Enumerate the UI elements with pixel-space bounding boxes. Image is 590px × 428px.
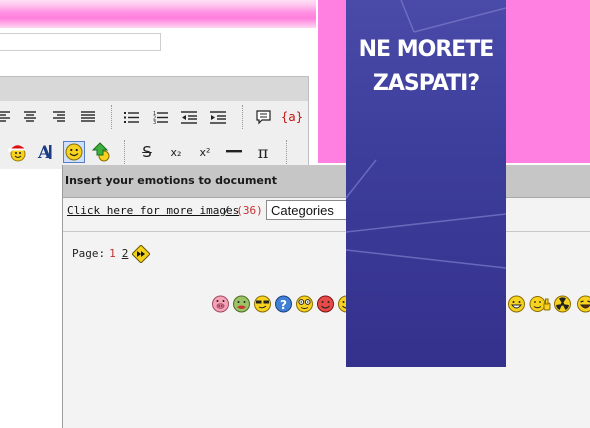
toolbar-header bbox=[0, 76, 308, 101]
category-select[interactable]: Categories bbox=[266, 200, 356, 220]
fast-forward-icon[interactable] bbox=[131, 244, 151, 264]
comment-icon[interactable] bbox=[252, 106, 274, 128]
sick-icon[interactable] bbox=[232, 294, 251, 313]
pig-icon[interactable] bbox=[211, 294, 230, 313]
nerd-icon[interactable] bbox=[295, 294, 314, 313]
count-value: (36) bbox=[236, 204, 263, 217]
variable-icon[interactable]: {a} bbox=[281, 106, 304, 128]
subscript-icon[interactable]: x₂ bbox=[165, 141, 187, 163]
cool-icon[interactable] bbox=[253, 294, 272, 313]
title-input[interactable] bbox=[0, 33, 161, 51]
thumbs-up-icon[interactable] bbox=[529, 294, 551, 313]
page-2-link[interactable]: 2 bbox=[122, 247, 129, 260]
grin-icon[interactable] bbox=[507, 294, 526, 313]
toolbar-separator bbox=[286, 140, 288, 164]
horizontal-rule-icon[interactable] bbox=[223, 141, 245, 163]
upload-icon[interactable] bbox=[91, 141, 113, 163]
pager: Page: 1 2 bbox=[72, 247, 128, 260]
align-center-icon[interactable] bbox=[19, 106, 41, 128]
toolbar-separator bbox=[242, 105, 244, 129]
svg-text:3: 3 bbox=[153, 120, 156, 124]
laugh-icon[interactable] bbox=[576, 294, 590, 313]
page-label: Page: bbox=[72, 247, 106, 260]
devil-icon[interactable] bbox=[316, 294, 335, 313]
emotions-dialog: Insert your emotions to document Click h… bbox=[62, 165, 590, 428]
toolbar-separator bbox=[124, 140, 126, 164]
superscript-icon[interactable]: x² bbox=[194, 141, 216, 163]
numbered-list-icon[interactable]: 123 bbox=[149, 106, 171, 128]
santa-smiley-icon[interactable] bbox=[6, 141, 28, 163]
dialog-divider bbox=[63, 231, 590, 232]
bulleted-list-icon[interactable] bbox=[120, 106, 142, 128]
page-1[interactable]: 1 bbox=[109, 247, 116, 260]
radioactive-icon[interactable] bbox=[553, 294, 572, 313]
more-images-link[interactable]: Click here for more images bbox=[67, 204, 239, 217]
question-icon[interactable]: ? bbox=[274, 294, 293, 313]
image-count: / (36) bbox=[223, 204, 263, 217]
font-color-icon[interactable]: A bbox=[34, 141, 56, 163]
outdent-icon[interactable] bbox=[178, 106, 200, 128]
superscript-label: x² bbox=[199, 145, 211, 159]
align-right-icon[interactable] bbox=[48, 106, 70, 128]
header-band bbox=[0, 0, 316, 28]
pi-icon[interactable]: π bbox=[252, 141, 274, 163]
insert-emotion-icon[interactable] bbox=[63, 141, 85, 163]
ad-headline: NE MORETE ZASPATI? bbox=[358, 37, 495, 96]
count-separator: / bbox=[223, 204, 230, 217]
dialog-title: Insert your emotions to document bbox=[65, 174, 277, 187]
svg-text:?: ? bbox=[280, 298, 287, 312]
align-justify-icon[interactable] bbox=[77, 106, 99, 128]
indent-icon[interactable] bbox=[207, 106, 229, 128]
strikethrough-icon[interactable]: S bbox=[136, 141, 158, 163]
align-left-icon[interactable] bbox=[0, 106, 16, 128]
toolbar-separator bbox=[111, 105, 113, 129]
dialog-title-bar: Insert your emotions to document bbox=[63, 165, 590, 198]
advertisement-banner[interactable]: NE MORETE ZASPATI? bbox=[346, 0, 506, 367]
